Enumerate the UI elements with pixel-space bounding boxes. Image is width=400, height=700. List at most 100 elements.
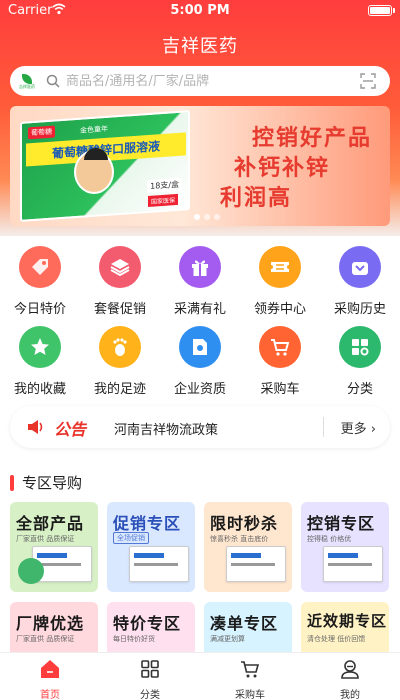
menu-item-coupons[interactable]: 领券中心 [240, 246, 320, 317]
notice-more-link[interactable]: 更多 › [341, 418, 376, 437]
tab-label: 采购车 [235, 690, 265, 700]
carousel-dot[interactable] [214, 214, 220, 220]
menu-label: 我的足迹 [93, 382, 146, 397]
basket-icon [339, 246, 381, 288]
zone-header: 专区导购 [10, 472, 82, 493]
box-brand: 葡萄糖 [28, 125, 55, 140]
notice-bar[interactable]: 公告 河南吉祥物流政策 更多 › [10, 406, 390, 448]
card-title: 厂牌优选 [16, 614, 85, 633]
search-bar[interactable]: 吉祥医药 [10, 66, 390, 96]
card-title: 限时秒杀 [210, 514, 279, 533]
home-icon [41, 660, 59, 678]
mascot-illustration [74, 148, 114, 194]
carousel-dot[interactable] [204, 214, 210, 220]
menu-label: 今日特价 [13, 302, 66, 317]
product-pack-image [323, 546, 383, 582]
layers-icon [99, 246, 141, 288]
card-title: 控销专区 [307, 514, 376, 533]
user-icon [341, 660, 359, 679]
status-bar: Carrier 5:00 PM [0, 0, 400, 22]
card-title: 凑单专区 [210, 614, 279, 633]
menu-item-gift[interactable]: 采满有礼 [160, 246, 240, 317]
menu-label: 企业资质 [173, 382, 226, 397]
banner-line-3: 利润高 [219, 186, 292, 211]
brand-logo-icon: 吉祥医药 [14, 70, 40, 92]
carousel-dots[interactable] [194, 214, 220, 220]
card-subtitle: 全场促销 [113, 532, 149, 544]
menu-label: 分类 [346, 382, 373, 397]
banner-line-1: 控销好产品 [251, 126, 372, 151]
ticket-icon [259, 246, 301, 288]
card-subtitle: 每日特价好货 [113, 635, 155, 643]
menu-label: 我的收藏 [13, 382, 66, 397]
tab-label: 首页 [40, 690, 60, 700]
card-title: 全部产品 [16, 514, 85, 533]
box-tag: 国家医保 [147, 193, 178, 207]
card-subtitle: 厂家直供 品质保证 [16, 635, 75, 643]
section-accent-bar [10, 474, 14, 491]
menu-item-purchase-history[interactable]: 采购历史 [320, 246, 400, 317]
grid-icon [141, 660, 159, 678]
zone-card-all-products[interactable]: 全部产品 厂家直供 品质保证 [10, 502, 98, 592]
notice-badge: 公告 [54, 420, 87, 439]
card-subtitle: 厂家直供 品质保证 [16, 535, 75, 543]
category-icon [339, 326, 381, 368]
card-subtitle: 满减更划算 [210, 635, 245, 643]
gift-icon [179, 246, 221, 288]
menu-item-footprints[interactable]: 我的足迹 [80, 326, 160, 397]
certificate-icon [179, 326, 221, 368]
card-subtitle: 清仓处理 低价回馈 [307, 635, 366, 643]
tab-label: 我的 [340, 690, 360, 700]
zone-card-controlled[interactable]: 控销专区 控得稳 价格优 [301, 502, 389, 592]
notice-divider [323, 417, 324, 437]
battery-icon [368, 5, 395, 16]
speaker-icon [28, 420, 43, 434]
quality-stamp-icon [18, 558, 44, 584]
logo-text: 吉祥医药 [19, 83, 35, 89]
scan-icon[interactable] [360, 73, 376, 89]
product-pack-image [226, 546, 286, 582]
menu-label: 采满有礼 [173, 302, 226, 317]
zone-title: 专区导购 [22, 474, 83, 492]
chevron-right-icon: › [370, 422, 376, 437]
banner-line-2: 补钙补锌 [233, 156, 330, 181]
zone-card-flash-sale[interactable]: 限时秒杀 惊喜秒杀 直击底价 [204, 502, 292, 592]
menu-label: 采购车 [260, 382, 300, 397]
tab-profile[interactable]: 我的 [300, 653, 400, 700]
card-title: 促销专区 [113, 514, 182, 533]
tag-icon [19, 246, 61, 288]
menu-label: 套餐促销 [93, 302, 146, 317]
notice-text[interactable]: 河南吉祥物流政策 [114, 419, 218, 438]
box-subtitle: 金色童年 [80, 124, 108, 135]
card-title: 特价专区 [113, 614, 182, 633]
search-icon [46, 74, 60, 88]
menu-label: 领券中心 [253, 302, 306, 317]
cart-icon [259, 326, 301, 368]
clock: 5:00 PM [170, 3, 230, 18]
menu-item-category[interactable]: 分类 [320, 326, 400, 397]
menu-item-bundle-promo[interactable]: 套餐促销 [80, 246, 160, 317]
zone-card-promotion[interactable]: 促销专区 全场促销 [107, 502, 195, 592]
promo-banner[interactable]: 葡萄糖 金色童年 葡萄糖酸锌口服溶液 18支/盒 国家医保 控销好产品 补钙补锌… [10, 106, 390, 226]
product-pack-image [129, 546, 189, 582]
cart-icon [241, 661, 260, 678]
carousel-dot[interactable] [194, 214, 200, 220]
card-subtitle: 惊喜秒杀 直击底价 [210, 535, 269, 543]
tab-category[interactable]: 分类 [100, 653, 200, 700]
menu-item-qualification[interactable]: 企业资质 [160, 326, 240, 397]
more-label: 更多 [340, 422, 367, 437]
star-icon [19, 326, 61, 368]
zone-section: 专区导购 全部产品 厂家直供 品质保证 促销专区 全场促销 限时秒杀 惊喜秒杀 … [0, 458, 400, 692]
card-subtitle: 控得稳 价格优 [307, 535, 352, 543]
menu-label: 采购历史 [333, 302, 386, 317]
bottom-tab-bar: 首页 分类 采购车 我的 [0, 652, 400, 700]
box-count: 18支/盒 [147, 177, 182, 194]
menu-item-favorites[interactable]: 我的收藏 [0, 326, 80, 397]
footprint-icon [99, 326, 141, 368]
tab-cart[interactable]: 采购车 [200, 653, 300, 700]
tab-label: 分类 [140, 690, 160, 700]
menu-item-today-deals[interactable]: 今日特价 [0, 246, 80, 317]
tab-home[interactable]: 首页 [0, 653, 100, 700]
menu-item-cart[interactable]: 采购车 [240, 326, 320, 397]
search-input[interactable] [66, 73, 346, 89]
